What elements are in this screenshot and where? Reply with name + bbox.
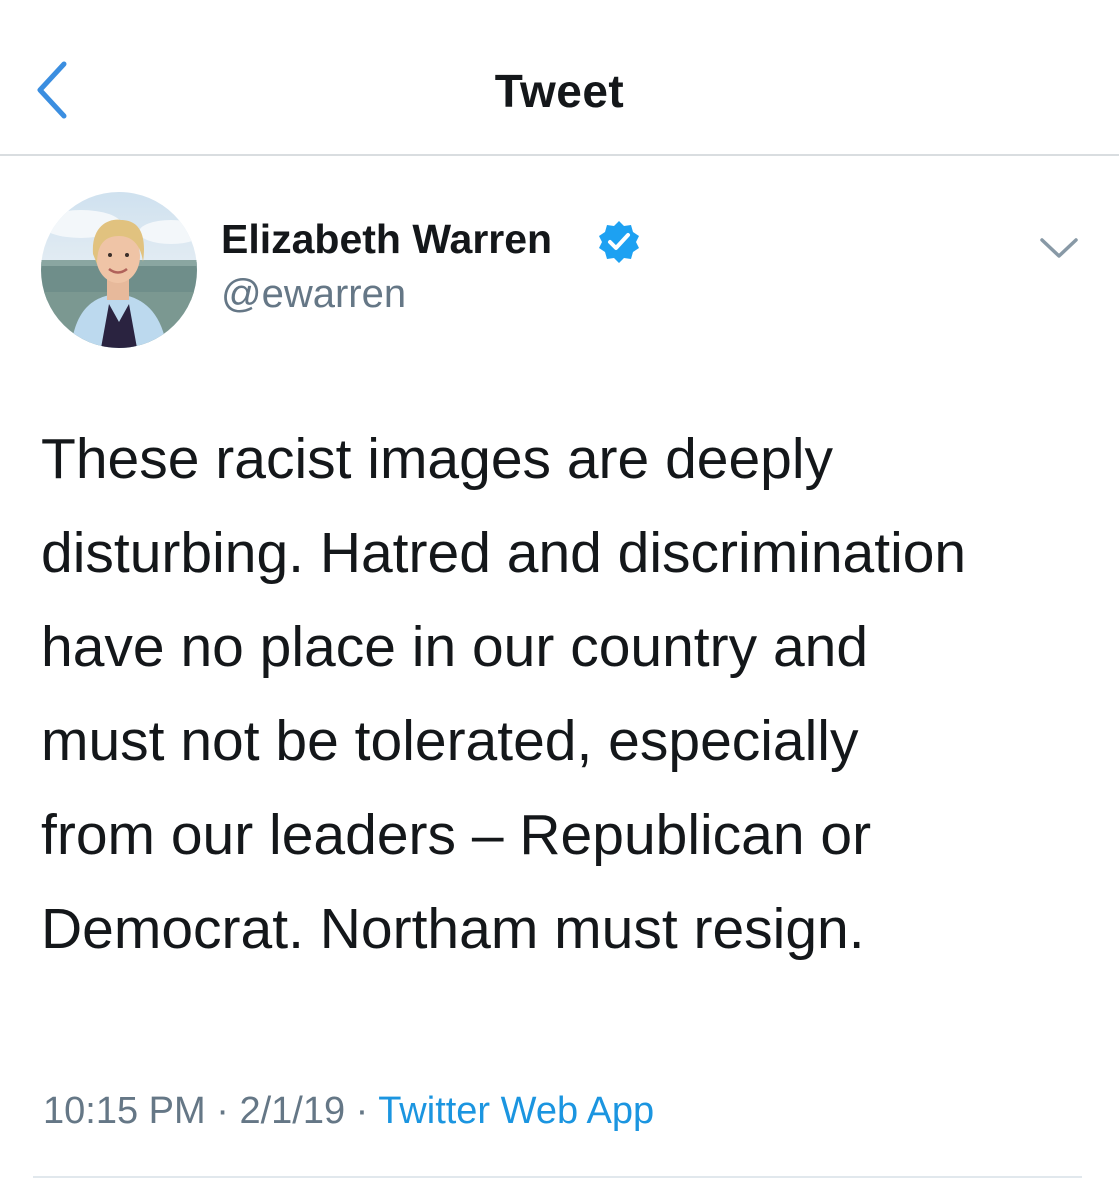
tweet-date: 2/1/19 bbox=[239, 1090, 346, 1132]
meta-separator: · bbox=[216, 1090, 229, 1132]
divider bbox=[33, 1176, 1082, 1178]
tweet-text-line: from our leaders – Republican or bbox=[41, 803, 872, 867]
tweet-text-line: Democrat. Northam must resign. bbox=[41, 897, 865, 961]
navigation-bar: Tweet bbox=[0, 0, 1119, 156]
author-name[interactable]: Elizabeth Warren bbox=[221, 213, 552, 265]
tweet-metadata: 10:15 PM · 2/1/19 · Twitter Web App bbox=[43, 1086, 654, 1136]
meta-separator: · bbox=[355, 1090, 369, 1132]
tweet-text: These racist images are deeply disturbin… bbox=[41, 412, 1101, 976]
tweet-menu-button[interactable] bbox=[1036, 228, 1082, 268]
tweet-text-line: These racist images are deeply bbox=[41, 427, 834, 491]
profile-photo bbox=[41, 192, 197, 348]
page-title: Tweet bbox=[494, 65, 625, 117]
tweet-text-line: have no place in our country and bbox=[41, 615, 869, 679]
author-handle[interactable]: @ewarren bbox=[221, 269, 406, 319]
tweet-source-link[interactable]: Twitter Web App bbox=[378, 1090, 654, 1132]
tweet-text-line: disturbing. Hatred and discrimination bbox=[41, 521, 967, 585]
verified-badge-icon bbox=[599, 221, 639, 263]
tweet-text-line: must not be tolerated, especially bbox=[41, 709, 859, 773]
tweet-time: 10:15 PM bbox=[43, 1090, 206, 1132]
chevron-down-icon bbox=[1040, 238, 1078, 258]
avatar[interactable] bbox=[41, 192, 197, 348]
